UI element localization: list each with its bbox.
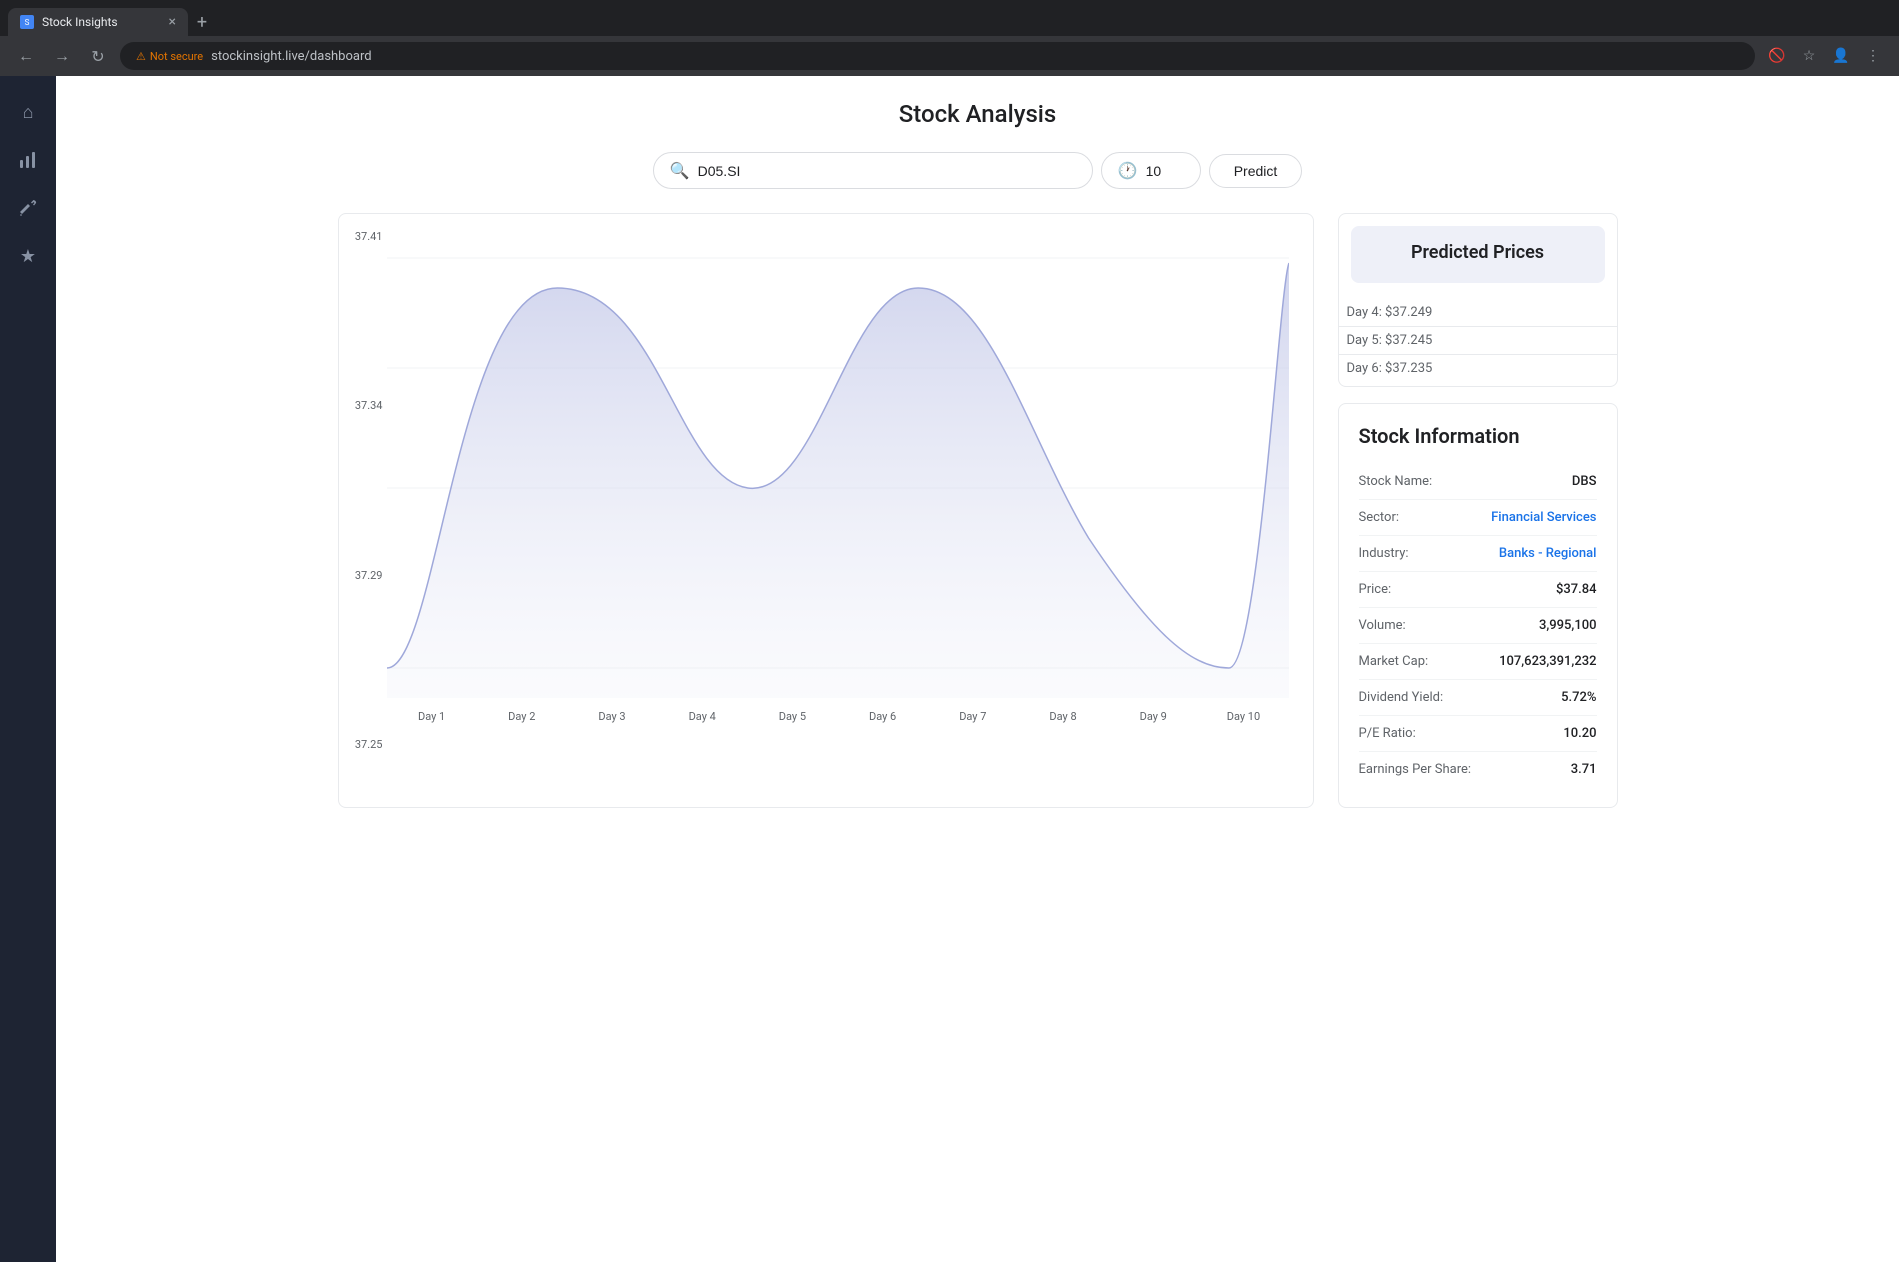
x-label-2: Day 2 — [477, 710, 567, 723]
search-icon: 🔍 — [670, 161, 690, 180]
stock-name-label: Stock Name: — [1359, 474, 1433, 489]
forward-button[interactable]: → — [48, 42, 76, 70]
info-row-dividend: Dividend Yield: 5.72% — [1359, 680, 1597, 716]
stock-search-input[interactable] — [698, 163, 1076, 179]
price-value: $37.84 — [1556, 582, 1597, 597]
chart-layout: 37.41 37.34 37.29 37.25 — [338, 213, 1618, 808]
browser-chrome: S Stock Insights × + ← → ↻ ⚠ Not secure … — [0, 0, 1899, 76]
eps-label: Earnings Per Share: — [1359, 762, 1472, 777]
predicted-prices-card: Predicted Prices Day 4: $37.249 Day 5: $… — [1338, 213, 1618, 387]
dividend-value: 5.72% — [1561, 690, 1596, 705]
address-actions: 🚫 ☆ 👤 ⋮ — [1763, 42, 1887, 70]
info-row-pe: P/E Ratio: 10.20 — [1359, 716, 1597, 752]
stock-chart — [387, 238, 1289, 698]
marketcap-value: 107,623,391,232 — [1499, 654, 1596, 669]
predicted-prices-title: Predicted Prices — [1367, 242, 1589, 263]
sidebar-item-favorites[interactable]: ★ — [8, 236, 48, 276]
stock-info-title: Stock Information — [1359, 424, 1597, 448]
industry-value: Banks - Regional — [1499, 546, 1597, 561]
back-button[interactable]: ← — [12, 42, 40, 70]
sidebar: ⌂ ★ — [0, 76, 56, 1262]
x-label-9: Day 9 — [1108, 710, 1198, 723]
industry-label: Industry: — [1359, 546, 1409, 561]
security-badge: ⚠ Not secure — [136, 50, 203, 63]
chart-container: 37.41 37.34 37.29 37.25 — [338, 213, 1314, 808]
warning-icon: ⚠ — [136, 50, 146, 63]
price-label: Price: — [1359, 582, 1392, 597]
y-label-4: 37.25 — [347, 738, 383, 751]
page-title: Stock Analysis — [899, 100, 1057, 128]
pe-value: 10.20 — [1563, 726, 1596, 741]
profile-icon[interactable]: 👤 — [1827, 42, 1855, 70]
info-row-volume: Volume: 3,995,100 — [1359, 608, 1597, 644]
right-panel: Predicted Prices Day 4: $37.249 Day 5: $… — [1338, 213, 1618, 808]
predicted-card-inner: Predicted Prices — [1351, 226, 1605, 283]
tab-favicon: S — [20, 15, 34, 29]
url-display: stockinsight.live/dashboard — [211, 49, 371, 64]
sidebar-item-tools[interactable] — [8, 188, 48, 228]
sidebar-item-chart[interactable] — [8, 140, 48, 180]
active-tab[interactable]: S Stock Insights × — [8, 8, 188, 36]
tab-title: Stock Insights — [42, 15, 161, 29]
stock-name-value: DBS — [1572, 474, 1597, 489]
predicted-item-1: Day 4: $37.249 — [1339, 299, 1617, 327]
days-input-wrap: 🕐 — [1101, 152, 1201, 189]
y-label-2: 37.34 — [347, 399, 383, 412]
tab-bar: S Stock Insights × + — [0, 0, 1899, 36]
volume-label: Volume: — [1359, 618, 1406, 633]
info-row-industry: Industry: Banks - Regional — [1359, 536, 1597, 572]
reload-button[interactable]: ↻ — [84, 42, 112, 70]
search-bar: 🔍 🕐 Predict — [653, 152, 1303, 189]
x-axis: Day 1 Day 2 Day 3 Day 4 Day 5 Day 6 Day … — [387, 710, 1289, 723]
address-bar: ← → ↻ ⚠ Not secure stockinsight.live/das… — [0, 36, 1899, 76]
marketcap-label: Market Cap: — [1359, 654, 1429, 669]
predicted-item-2: Day 5: $37.245 — [1339, 327, 1617, 355]
sector-value: Financial Services — [1491, 510, 1596, 525]
x-label-4: Day 4 — [657, 710, 747, 723]
info-row-name: Stock Name: DBS — [1359, 464, 1597, 500]
predicted-item-3: Day 6: $37.235 — [1339, 355, 1617, 382]
info-row-price: Price: $37.84 — [1359, 572, 1597, 608]
chart-area — [387, 263, 1289, 698]
predicted-prices-list[interactable]: Day 4: $37.249 Day 5: $37.245 Day 6: $37… — [1339, 295, 1617, 386]
sector-label: Sector: — [1359, 510, 1400, 525]
y-label-3: 37.29 — [347, 569, 383, 582]
days-input[interactable] — [1146, 163, 1184, 179]
stock-info-card: Stock Information Stock Name: DBS Sector… — [1338, 403, 1618, 808]
x-label-10: Day 10 — [1198, 710, 1288, 723]
x-label-6: Day 6 — [838, 710, 928, 723]
pe-label: P/E Ratio: — [1359, 726, 1416, 741]
x-label-5: Day 5 — [747, 710, 837, 723]
bookmark-icon[interactable]: ☆ — [1795, 42, 1823, 70]
dividend-label: Dividend Yield: — [1359, 690, 1444, 705]
x-label-1: Day 1 — [387, 710, 477, 723]
x-label-7: Day 7 — [928, 710, 1018, 723]
address-input[interactable]: ⚠ Not secure stockinsight.live/dashboard — [120, 42, 1755, 70]
sidebar-item-home[interactable]: ⌂ — [8, 92, 48, 132]
info-row-sector: Sector: Financial Services — [1359, 500, 1597, 536]
eps-value: 3.71 — [1571, 762, 1597, 777]
info-row-eps: Earnings Per Share: 3.71 — [1359, 752, 1597, 787]
new-tab-button[interactable]: + — [188, 8, 216, 36]
info-row-marketcap: Market Cap: 107,623,391,232 — [1359, 644, 1597, 680]
main-content: Stock Analysis 🔍 🕐 Predict 37.41 37.34 3… — [56, 76, 1899, 1262]
app-body: ⌂ ★ Stock Analysis 🔍 🕐 — [0, 76, 1899, 1262]
predict-button[interactable]: Predict — [1209, 154, 1303, 188]
stock-search-wrap: 🔍 — [653, 152, 1093, 189]
x-label-3: Day 3 — [567, 710, 657, 723]
x-label-8: Day 8 — [1018, 710, 1108, 723]
tab-close-button[interactable]: × — [169, 15, 176, 29]
menu-icon[interactable]: ⋮ — [1859, 42, 1887, 70]
camera-off-icon[interactable]: 🚫 — [1763, 42, 1791, 70]
clock-icon: 🕐 — [1118, 161, 1138, 180]
y-label-1: 37.41 — [347, 230, 383, 243]
y-axis: 37.41 37.34 37.29 37.25 — [347, 214, 383, 767]
volume-value: 3,995,100 — [1539, 618, 1597, 633]
